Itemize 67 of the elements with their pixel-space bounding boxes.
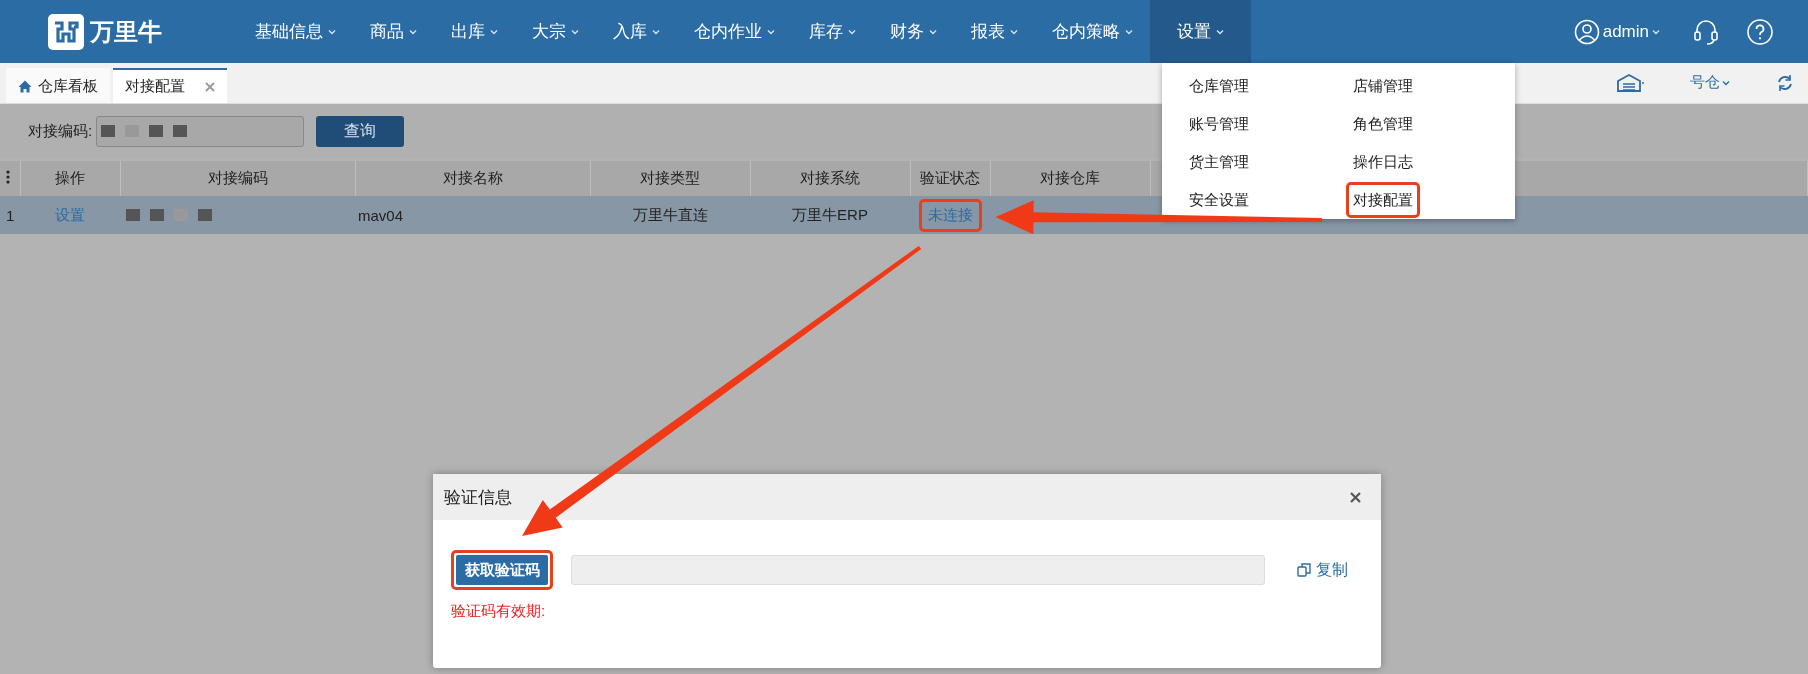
table-cell: mav04 — [355, 196, 590, 234]
warehouse-icon — [1616, 72, 1644, 93]
caret-icon — [1010, 28, 1018, 35]
code-field[interactable] — [571, 555, 1265, 585]
table-cell: 万里牛ERP — [750, 196, 910, 234]
user-icon — [1573, 18, 1600, 45]
nav-menu-item[interactable]: 大宗 — [515, 0, 596, 63]
logo-text: 万里牛 — [90, 16, 162, 47]
user-menu[interactable]: admin — [1567, 17, 1666, 46]
home-icon — [18, 80, 32, 93]
caret-icon — [1652, 28, 1660, 35]
refresh-icon — [1776, 73, 1794, 92]
column-header: 对接编码 — [120, 161, 355, 196]
nav-menu-item[interactable]: 仓内策略 — [1035, 0, 1150, 63]
nav-menu-item[interactable]: 商品 — [353, 0, 434, 63]
caret-icon — [1722, 79, 1730, 86]
get-code-button[interactable]: 获取验证码 — [456, 555, 548, 585]
menu-item[interactable]: 账号管理 — [1187, 111, 1251, 137]
page-tab[interactable]: 仓库看板 — [6, 68, 110, 103]
validity-note: 验证码有效期: — [451, 602, 546, 621]
table-cell: 万里牛直连 — [590, 196, 750, 234]
nav-menu-item[interactable]: 出库 — [434, 0, 515, 63]
column-header: 验证状态 — [910, 161, 990, 196]
logo-icon — [48, 13, 84, 50]
row-number: 1 — [0, 196, 20, 234]
column-header: 对接系统 — [750, 161, 910, 196]
search-label: 对接编码: — [28, 121, 93, 141]
caret-icon — [929, 28, 937, 35]
caret-icon — [571, 28, 579, 35]
menu-item[interactable]: 安全设置 — [1187, 187, 1251, 213]
column-header: 对接名称 — [355, 161, 590, 196]
nav-menu-item[interactable]: 库存 — [792, 0, 873, 63]
close-icon — [205, 81, 215, 92]
column-header: 对接仓库 — [990, 161, 1150, 196]
nav-menu-item[interactable]: 财务 — [873, 0, 954, 63]
caret-icon — [1125, 28, 1133, 35]
page-tab[interactable]: 对接配置 — [113, 68, 227, 103]
nav-menu-item[interactable]: 报表 — [954, 0, 1035, 63]
query-button[interactable]: 查询 — [316, 115, 405, 147]
warehouse-selector[interactable]: 号仓 — [1684, 72, 1736, 93]
menu-item[interactable]: 仓库管理 — [1187, 73, 1251, 99]
nav-menu-item[interactable]: 基础信息 — [238, 0, 353, 63]
menu-item[interactable]: 角色管理 — [1351, 111, 1415, 137]
copy-link[interactable]: 复制 — [1291, 558, 1354, 582]
menu-item[interactable]: 店铺管理 — [1351, 73, 1415, 99]
code-search-field[interactable] — [96, 115, 305, 147]
help-icon — [1746, 17, 1774, 46]
nav-menu-item[interactable]: 仓内作业 — [677, 0, 792, 63]
dialog-title: 验证信息 — [444, 486, 512, 509]
caret-icon — [490, 28, 498, 35]
caret-icon — [848, 28, 856, 35]
menu-item[interactable]: 操作日志 — [1351, 149, 1415, 175]
nav-menu-item[interactable]: 入库 — [596, 0, 677, 63]
column-header: 对接类型 — [590, 161, 750, 196]
caret-icon — [652, 28, 660, 35]
menu-item[interactable]: 对接配置 — [1351, 187, 1415, 213]
close-icon — [1350, 491, 1361, 503]
menu-item[interactable]: 货主管理 — [1187, 149, 1251, 175]
caret-icon — [1216, 28, 1224, 35]
column-menu-icon — [6, 170, 10, 184]
nav-menu-item[interactable]: 设置 — [1150, 0, 1251, 63]
headset-icon — [1692, 17, 1720, 46]
copy-icon — [1297, 563, 1311, 577]
caret-icon — [409, 28, 417, 35]
caret-icon — [328, 28, 336, 35]
caret-icon — [767, 28, 775, 35]
column-header: 操作 — [20, 161, 120, 196]
